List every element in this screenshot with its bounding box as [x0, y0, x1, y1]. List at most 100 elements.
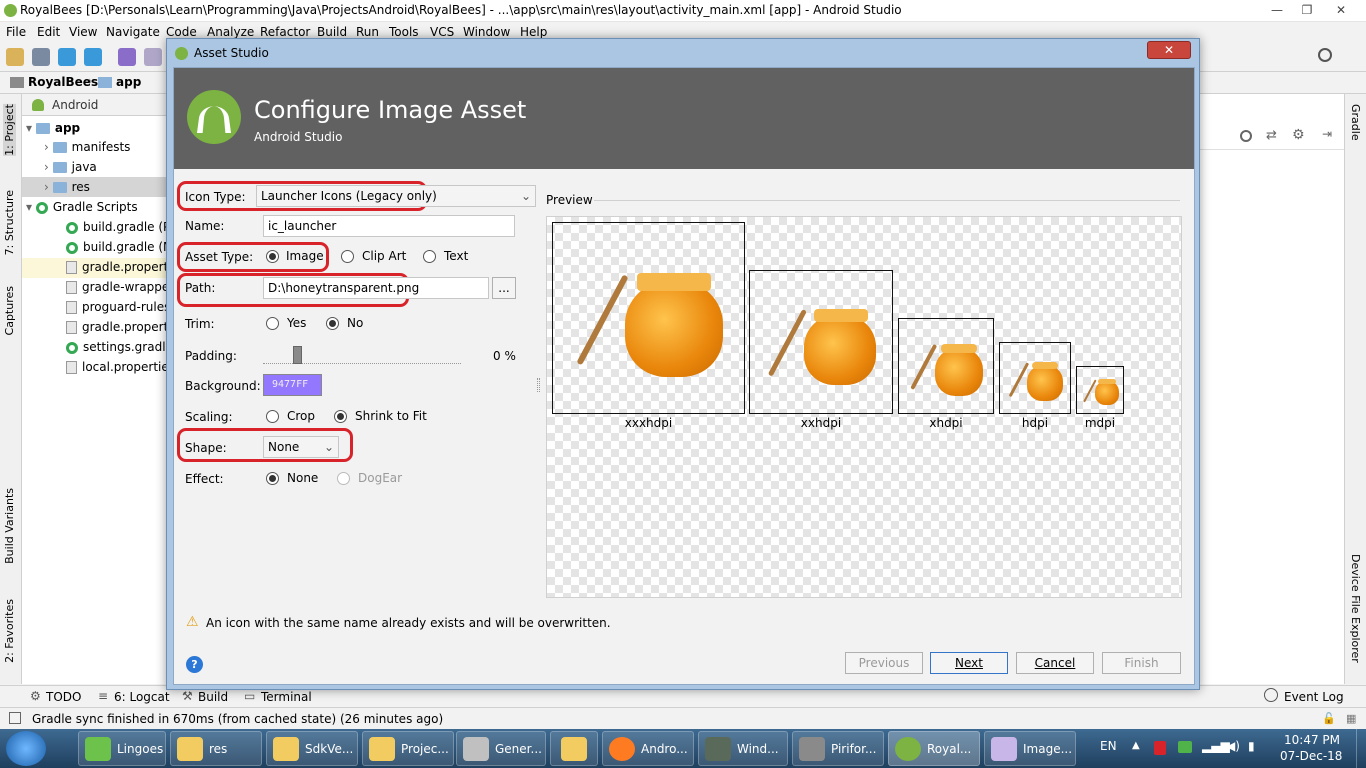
taskbar-lingoes[interactable]: Lingoes	[78, 731, 166, 766]
tab-gradle[interactable]: Gradle	[1349, 104, 1362, 141]
tab-build-variants[interactable]: Build Variants	[3, 488, 16, 564]
taskbar-res[interactable]: res	[170, 731, 262, 766]
asset-type-image-radio[interactable]	[266, 250, 279, 263]
menu-analyze[interactable]: Analyze	[207, 25, 254, 39]
tree-item-res[interactable]: › res	[22, 177, 168, 197]
tab-terminal[interactable]: Terminal	[261, 690, 312, 704]
search-icon[interactable]	[1240, 130, 1252, 142]
close-window-button[interactable]: ✕	[1324, 0, 1358, 20]
tree-item-gradle-properties-global[interactable]: gradle.propertie	[66, 320, 179, 334]
menu-edit[interactable]: Edit	[37, 25, 60, 39]
cancel-button[interactable]: Cancel	[1016, 652, 1094, 674]
tree-item-build-gradle-module[interactable]: build.gradle (M	[66, 240, 173, 254]
show-hidden-icons-icon[interactable]: ▲	[1132, 740, 1140, 751]
maximize-button[interactable]: ❐	[1292, 0, 1322, 20]
padding-slider-thumb[interactable]	[293, 346, 302, 364]
tree-item-app[interactable]: ▾ app	[26, 121, 80, 135]
menu-run[interactable]: Run	[356, 25, 379, 39]
splitter-handle[interactable]	[537, 378, 540, 392]
asset-type-image-label[interactable]: Image	[286, 249, 324, 263]
tree-item-proguard-rules[interactable]: proguard-rules.	[66, 300, 174, 314]
volume-icon[interactable]: ◀)	[1226, 739, 1240, 753]
background-color-swatch[interactable]: 9477FF	[263, 374, 322, 396]
gear-icon[interactable]: ⚙	[1292, 127, 1305, 143]
scaling-shrink-radio[interactable]	[334, 410, 347, 423]
tab-favorites[interactable]: 2: Favorites	[3, 599, 16, 663]
tab-build[interactable]: Build	[198, 690, 228, 704]
open-folder-icon[interactable]	[6, 48, 24, 66]
clock-date[interactable]: 07-Dec-18	[1280, 749, 1342, 763]
menu-navigate[interactable]: Navigate	[106, 25, 160, 39]
tab-event-log[interactable]: Event Log	[1284, 690, 1344, 704]
tab-device-file-explorer[interactable]: Device File Explorer	[1349, 554, 1362, 663]
refresh-icon[interactable]	[84, 48, 102, 66]
hide-panel-icon[interactable]: ⇥	[1322, 127, 1332, 141]
taskbar-firefox[interactable]: Andro...	[602, 731, 694, 766]
trim-yes-radio[interactable]	[266, 317, 279, 330]
power-icon[interactable]: ▮	[1248, 739, 1255, 753]
tree-item-settings-gradle[interactable]: settings.gradle	[66, 340, 173, 354]
dialog-close-button[interactable]: ✕	[1147, 41, 1191, 59]
asset-type-clipart-radio[interactable]	[341, 250, 354, 263]
menu-help[interactable]: Help	[520, 25, 547, 39]
taskbar-gener[interactable]: Gener...	[456, 731, 546, 766]
icon-type-select[interactable]: Launcher Icons (Legacy only) ⌄	[256, 185, 536, 207]
taskbar-projec[interactable]: Projec...	[362, 731, 454, 766]
effect-none-label[interactable]: None	[287, 471, 318, 485]
menu-code[interactable]: Code	[166, 25, 197, 39]
menu-tools[interactable]: Tools	[389, 25, 419, 39]
menu-view[interactable]: View	[69, 25, 97, 39]
tab-structure[interactable]: 7: Structure	[3, 190, 16, 255]
tree-item-gradle-wrapper[interactable]: gradle-wrapper	[66, 280, 174, 294]
tab-todo[interactable]: TODO	[46, 690, 81, 704]
scaling-crop-radio[interactable]	[266, 410, 279, 423]
swap-arrows-icon[interactable]: ⇄	[1266, 128, 1277, 143]
scaling-crop-label[interactable]: Crop	[287, 409, 315, 423]
tab-project[interactable]: 1: Project	[3, 104, 16, 156]
save-icon[interactable]	[32, 48, 50, 66]
sync-icon[interactable]	[58, 48, 76, 66]
scaling-shrink-label[interactable]: Shrink to Fit	[355, 409, 427, 423]
menu-build[interactable]: Build	[317, 25, 347, 39]
menu-file[interactable]: File	[6, 25, 26, 39]
clock-time[interactable]: 10:47 PM	[1284, 733, 1340, 747]
asset-type-text-label[interactable]: Text	[444, 249, 468, 263]
menu-refactor[interactable]: Refactor	[260, 25, 310, 39]
tree-item-gradle-scripts[interactable]: ▾ Gradle Scripts	[26, 200, 138, 214]
trim-no-label[interactable]: No	[347, 316, 363, 330]
padding-slider-track[interactable]	[263, 346, 461, 364]
help-icon[interactable]: ?	[186, 656, 203, 673]
path-field[interactable]: D:\honeytransparent.png	[263, 277, 489, 299]
taskbar-piriform[interactable]: Pirifor...	[792, 731, 884, 766]
project-view-selector[interactable]: Android	[22, 94, 168, 116]
next-button[interactable]: Next	[930, 652, 1008, 674]
undo-icon[interactable]	[118, 48, 136, 66]
notifications-icon[interactable]: ▦	[1346, 712, 1356, 725]
taskbar-sdkve[interactable]: SdkVe...	[266, 731, 358, 766]
tree-item-build-gradle-project[interactable]: build.gradle (Pr	[66, 220, 175, 234]
network-tray-icon[interactable]	[1178, 741, 1192, 753]
tab-logcat[interactable]: 6: Logcat	[114, 690, 170, 704]
start-button[interactable]	[6, 731, 46, 766]
effect-none-radio[interactable]	[266, 472, 279, 485]
menu-vcs[interactable]: VCS	[430, 25, 454, 39]
tab-captures[interactable]: Captures	[3, 286, 16, 335]
search-everywhere-icon[interactable]	[1318, 48, 1332, 62]
browse-path-button[interactable]: ...	[492, 277, 516, 299]
breadcrumb-module[interactable]: app	[116, 75, 141, 89]
status-toggle-icon[interactable]	[9, 712, 21, 724]
menu-window[interactable]: Window	[463, 25, 510, 39]
taskbar-royalbees[interactable]: Royal...	[888, 731, 980, 766]
taskbar-wind[interactable]: Wind...	[698, 731, 788, 766]
trim-yes-label[interactable]: Yes	[287, 316, 306, 330]
tree-item-local-properties[interactable]: local.properties	[66, 360, 175, 374]
tree-item-manifests[interactable]: › manifests	[44, 140, 130, 154]
tree-item-java[interactable]: › java	[44, 160, 97, 174]
antivirus-icon[interactable]	[1154, 741, 1166, 755]
name-field[interactable]: ic_launcher	[263, 215, 515, 237]
tree-item-gradle-properties[interactable]: gradle.propertie	[22, 258, 179, 278]
taskbar-explorer[interactable]	[550, 731, 598, 766]
show-desktop-button[interactable]	[1356, 729, 1366, 768]
redo-icon[interactable]	[144, 48, 162, 66]
trim-no-radio[interactable]	[326, 317, 339, 330]
